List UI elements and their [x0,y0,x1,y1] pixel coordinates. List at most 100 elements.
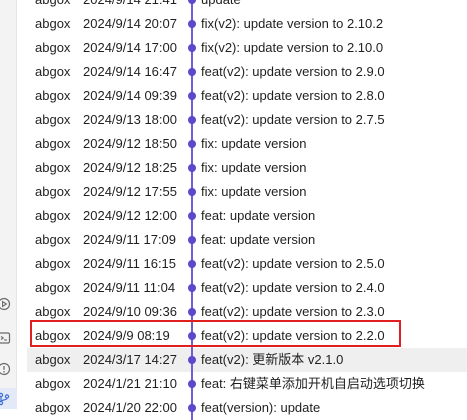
commit-dot-icon [188,212,196,220]
commit-row[interactable]: abgox 2024/9/14 20:07 fix(v2): update vers… [27,12,467,36]
commit-date: 2024/9/14 09:39 [83,88,177,103]
commit-date: 2024/9/9 08:19 [83,328,170,343]
terminal-icon[interactable] [0,330,12,346]
commit-row[interactable]: abgox 2024/9/11 16:15 feat(v2): update ver… [27,252,467,276]
commit-author: abgox [35,376,71,391]
run-icon[interactable] [0,296,12,312]
commit-author: abgox [35,256,71,271]
commit-author: abgox [35,184,71,199]
commit-row[interactable]: abgox 2024/3/17 14:27 feat(v2): 更新版本 v2.1.… [27,348,467,372]
commit-date: 2024/1/20 22:00 [83,400,177,415]
commit-row[interactable]: abgox 2024/9/14 09:39 feat(v2): update ver… [27,84,467,108]
commit-graph-node [187,36,197,60]
commit-date: 2024/9/12 18:50 [83,136,177,151]
commit-author: abgox [35,304,71,319]
commit-date: 2024/9/14 17:00 [83,40,177,55]
commit-graph-node [187,60,197,84]
commit-dot-icon [188,332,196,340]
commit-graph-node [187,0,197,12]
commit-row[interactable]: abgox 2024/9/10 09:36 feat(v2): update ver… [27,300,467,324]
commit-graph-node [187,132,197,156]
commit-message: feat(v2): update version to 2.5.0 [201,256,385,271]
commit-graph-node [187,12,197,36]
commit-dot-icon [188,164,196,172]
commit-row[interactable]: abgox 2024/1/21 21:10 feat: 右键菜单添加开机自启动选项切… [27,372,467,396]
commit-graph-node [187,324,197,348]
commit-dot-icon [188,44,196,52]
commit-message: fix: update version [201,184,307,199]
commit-message: feat(v2): update version to 2.7.5 [201,112,385,127]
commit-author: abgox [35,328,71,343]
problems-icon[interactable] [0,361,12,377]
commit-row[interactable]: abgox 2024/9/11 11:04 feat(v2): update ver… [27,276,467,300]
commit-dot-icon [188,236,196,244]
commit-row[interactable]: abgox 2024/9/12 18:25 fix: update version [27,156,467,180]
commit-message: feat(v2): update version to 2.8.0 [201,88,385,103]
commit-row[interactable]: abgox 2024/9/14 17:00 fix(v2): update vers… [27,36,467,60]
commit-dot-icon [188,356,196,364]
commit-message: feat(v2): update version to 2.3.0 [201,304,385,319]
activity-bar [0,0,17,409]
commit-date: 2024/9/10 09:36 [83,304,177,319]
commit-dot-icon [188,68,196,76]
commit-graph-node [187,396,197,420]
commit-author: abgox [35,88,71,103]
commit-row[interactable]: abgox 2024/9/14 16:47 feat(v2): update ver… [27,60,467,84]
commit-graph-node [187,300,197,324]
commit-dot-icon [188,188,196,196]
commit-graph-node [187,252,197,276]
commit-message: feat: update version [201,232,316,247]
commit-date: 2024/9/12 18:25 [83,160,177,175]
commit-message: feat: update version [201,208,316,223]
git-icon[interactable] [0,391,12,407]
commit-log: abgox 2024/9/14 21:41 update abgox 2024/9/14… [27,0,467,420]
commit-message: feat(v2): 更新版本 v2.1.0 [201,352,344,367]
commit-graph-node [187,180,197,204]
commit-message: feat: 右键菜单添加开机自启动选项切换 [201,376,425,391]
commit-graph-node [187,372,197,396]
commit-date: 2024/9/14 20:07 [83,16,177,31]
commit-dot-icon [188,308,196,316]
commit-graph-node [187,84,197,108]
commit-date: 2024/9/12 17:55 [83,184,177,199]
commit-message: update [201,0,241,8]
commit-date: 2024/9/11 11:04 [83,280,176,295]
commit-date: 2024/9/11 16:15 [83,256,177,271]
commit-date: 2024/9/12 12:00 [83,208,177,223]
commit-row[interactable]: abgox 2024/9/9 08:19 feat(v2): update vers… [27,324,467,348]
commit-message: feat(v2): update version to 2.9.0 [201,64,385,79]
commit-graph-node [187,156,197,180]
commit-row[interactable]: abgox 2024/9/12 18:50 fix: update version [27,132,467,156]
commit-date: 2024/9/13 18:00 [83,112,177,127]
commit-date: 2024/9/14 21:41 [83,0,177,8]
commit-message: fix: update version [201,136,307,151]
commit-row[interactable]: abgox 2024/9/14 21:41 update [27,0,467,12]
commit-author: abgox [35,136,71,151]
commit-date: 2024/3/17 14:27 [83,352,177,367]
commit-row[interactable]: abgox 2024/9/11 17:09 feat: update version [27,228,467,252]
commit-author: abgox [35,208,71,223]
commit-dot-icon [188,260,196,268]
commit-graph-node [187,108,197,132]
commit-graph-node [187,348,197,372]
commit-message: fix(v2): update version to 2.10.2 [201,16,384,31]
commit-dot-icon [188,404,196,412]
commit-author: abgox [35,112,71,127]
commit-author: abgox [35,0,70,8]
commit-row[interactable]: abgox 2024/9/13 18:00 feat(v2): update ver… [27,108,467,132]
commit-row[interactable]: abgox 2024/1/20 22:00 feat(version): updat… [27,396,467,420]
commit-message: fix(v2): update version to 2.10.0 [201,40,384,55]
commit-date: 2024/1/21 21:10 [83,376,177,391]
commit-message: feat(v2): update version to 2.4.0 [201,280,385,295]
commit-dot-icon [188,0,196,4]
commit-graph-node [187,228,197,252]
commit-message: feat(version): update [201,400,321,415]
commit-author: abgox [35,40,71,55]
commit-date: 2024/9/11 17:09 [83,232,177,247]
commit-row[interactable]: abgox 2024/9/12 12:00 feat: update version [27,204,467,228]
commit-dot-icon [188,140,196,148]
commit-row[interactable]: abgox 2024/9/12 17:55 fix: update version [27,180,467,204]
commit-message: fix: update version [201,160,307,175]
commit-author: abgox [35,160,71,175]
commit-dot-icon [188,284,196,292]
